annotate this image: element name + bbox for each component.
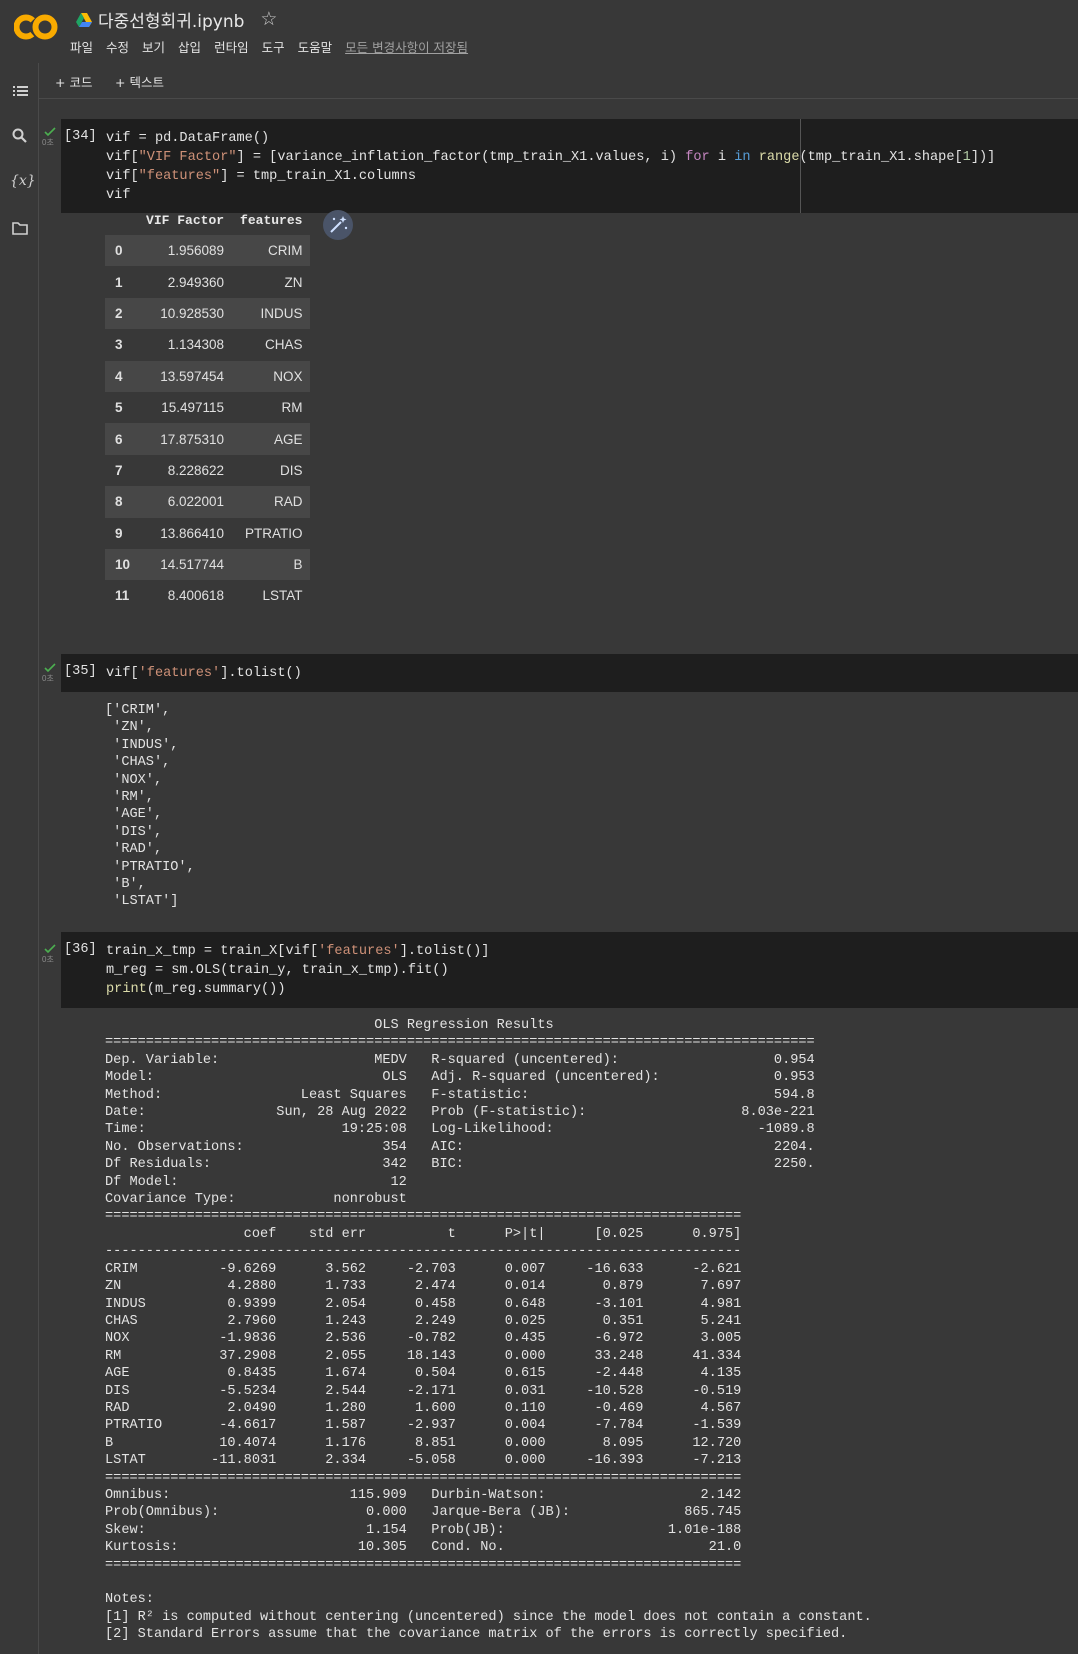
vif-value: 10.928530 [138, 297, 233, 330]
vif-value: 15.497115 [161, 400, 225, 416]
feature-name: DIS [279, 462, 303, 478]
code-line: vif = pd.DataFrame() [106, 131, 270, 146]
row-index: 3 [115, 337, 123, 353]
feature-name: CHAS [264, 337, 303, 353]
row-index: 6 [105, 423, 139, 455]
save-status[interactable]: 모든 변경사항이 저장됨 [345, 37, 468, 56]
row-index: 8 [105, 486, 139, 518]
vif-value: 13.866410 [160, 525, 225, 541]
add-code-button[interactable]: + 코드 [55, 72, 92, 91]
table-row: 1 2.949360 ZN [105, 266, 310, 297]
feature-name: INDUS [232, 297, 311, 330]
row-index: 1 [115, 274, 123, 290]
feature-name: CRIM [232, 235, 311, 267]
table-row: 3 1.134308 CHAS [105, 329, 310, 360]
table-header [105, 205, 138, 235]
row-index: 7 [115, 462, 123, 478]
exec-count: [35] [64, 664, 97, 679]
feature-name: AGE [232, 423, 311, 455]
row-index: 9 [115, 525, 123, 541]
feature-name: NOX [232, 360, 311, 392]
row-index: 0 [105, 235, 139, 267]
menu-bar: 파일 수정 보기 삽입 런타임 도구 도움말 모든 변경사항이 저장됨 [70, 37, 481, 56]
vif-value: 8.228622 [167, 462, 225, 478]
feature-name: B [232, 548, 311, 581]
vif-value: 14.517744 [138, 548, 233, 581]
vif-value: 1.956089 [138, 235, 233, 267]
star-icon[interactable]: ☆ [260, 8, 277, 31]
code-editor[interactable]: vif['features'].tolist() [106, 664, 302, 683]
cell-output: ['CRIM', 'ZN', 'INDUS', 'CHAS', 'NOX', '… [105, 703, 195, 910]
exec-time: 0초 [42, 674, 54, 683]
check-icon [44, 127, 56, 137]
ruler-line [800, 119, 801, 213]
row-index: 2 [105, 297, 139, 330]
table-row: 4 13.597454 NOX [105, 360, 311, 392]
table-row: 8 6.022001 RAD [105, 486, 311, 518]
row-index: 10 [105, 548, 139, 581]
menu-tools[interactable]: 도구 [262, 37, 285, 56]
vif-value: 8.400618 [167, 588, 225, 604]
vif-value: 6.022001 [138, 486, 233, 518]
colab-logo[interactable] [14, 13, 58, 41]
left-sidebar: {x} [0, 63, 39, 1654]
menu-view[interactable]: 보기 [142, 37, 165, 56]
exec-time: 0초 [42, 138, 54, 147]
folder-icon[interactable] [10, 218, 30, 238]
add-text-button[interactable]: + 텍스트 [115, 72, 164, 91]
table-row: 6 17.875310 AGE [105, 423, 311, 455]
code-cell[interactable]: [34] vif = pd.DataFrame() vif["VIF Facto… [61, 119, 1078, 213]
drive-icon [76, 12, 92, 27]
cell-output: OLS Regression Results =================… [105, 1018, 872, 1643]
toc-icon[interactable] [10, 81, 30, 101]
code-line: vif [106, 188, 131, 203]
feature-name: RAD [232, 486, 311, 518]
notebook-body: 0초 [34] vif = pd.DataFrame() vif["VIF Fa… [39, 99, 1078, 1654]
code-editor[interactable]: vif = pd.DataFrame() vif["VIF Factor"] =… [106, 129, 995, 205]
row-index: 11 [115, 588, 130, 604]
table-row: 2 10.928530 INDUS [105, 297, 311, 330]
search-icon[interactable] [10, 126, 30, 146]
check-icon [44, 944, 56, 954]
vif-value: 2.949360 [167, 274, 225, 290]
dataframe-table: VIF Factor features 0 1.956089 CRIM 1 2.9493… [105, 205, 311, 612]
menu-edit[interactable]: 수정 [106, 37, 129, 56]
row-index: 5 [115, 400, 123, 416]
magic-wand-icon[interactable] [323, 210, 353, 240]
feature-name: RM [281, 400, 303, 416]
menu-file[interactable]: 파일 [70, 37, 93, 56]
vif-value: 13.597454 [138, 360, 233, 392]
table-row: 5 15.497115 RM [105, 392, 310, 423]
row-index: 4 [105, 360, 139, 392]
app-header: 다중선형회귀.ipynb ☆ 파일 수정 보기 삽입 런타임 도구 도움말 모든… [0, 0, 1078, 63]
table-row: 11 8.400618 LSTAT [105, 580, 310, 611]
code-editor[interactable]: train_x_tmp = train_X[vif['features'].to… [106, 942, 489, 999]
table-header: VIF Factor [146, 212, 225, 228]
variables-icon[interactable]: {x} [10, 173, 36, 193]
exec-time: 0초 [42, 955, 54, 964]
menu-insert[interactable]: 삽입 [178, 37, 201, 56]
feature-name: ZN [284, 274, 303, 290]
menu-help[interactable]: 도움말 [298, 37, 333, 56]
code-cell[interactable]: [35] vif['features'].tolist() [61, 654, 1078, 692]
vif-value: 17.875310 [138, 423, 233, 455]
table-header: features [240, 212, 303, 228]
notebook-toolbar: + 코드 + 텍스트 [39, 63, 1078, 99]
exec-count: [36] [64, 942, 97, 957]
notebook-title[interactable]: 다중선형회귀.ipynb [98, 7, 244, 32]
code-cell[interactable]: [36] train_x_tmp = train_X[vif['features… [61, 932, 1078, 1008]
menu-runtime[interactable]: 런타임 [214, 37, 249, 56]
vif-value: 1.134308 [167, 337, 225, 353]
exec-count: [34] [64, 129, 97, 144]
table-row: 7 8.228622 DIS [105, 455, 310, 486]
check-icon [44, 663, 56, 673]
table-row: 9 13.866410 PTRATIO [105, 518, 310, 549]
table-row: 0 1.956089 CRIM [105, 235, 311, 267]
feature-name: PTRATIO [244, 525, 303, 541]
feature-name: LSTAT [262, 588, 303, 604]
table-row: 10 14.517744 B [105, 548, 311, 581]
